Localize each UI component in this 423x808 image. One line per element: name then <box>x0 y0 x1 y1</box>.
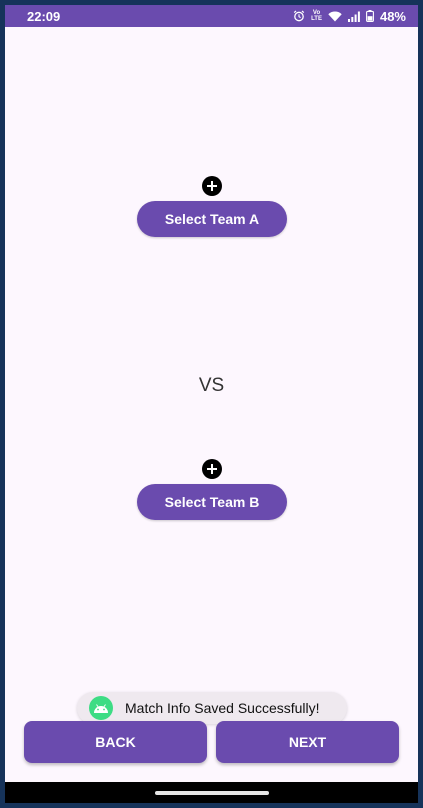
signal-icon <box>347 11 360 22</box>
volte-text-bottom: LTE <box>311 16 322 22</box>
home-gesture-handle[interactable] <box>154 790 269 795</box>
system-navigation-bar <box>5 782 418 803</box>
add-team-a-icon[interactable] <box>202 176 222 196</box>
battery-percent: 48% <box>379 8 406 24</box>
next-button[interactable]: NEXT <box>216 721 399 763</box>
android-icon <box>89 696 113 720</box>
device-frame: 22:09 Vo LTE 48% Select Team A VS Select… <box>0 0 423 808</box>
volte-icon: Vo LTE <box>311 10 322 22</box>
battery-icon <box>366 10 374 22</box>
select-team-a-button[interactable]: Select Team A <box>137 201 287 237</box>
back-button[interactable]: BACK <box>24 721 207 763</box>
toast-notification: Match Info Saved Successfully! <box>77 692 347 724</box>
status-bar: 22:09 Vo LTE 48% <box>5 5 418 27</box>
wifi-icon <box>328 10 342 22</box>
toast-message: Match Info Saved Successfully! <box>125 700 320 716</box>
alarm-icon <box>293 10 305 22</box>
add-team-b-icon[interactable] <box>202 459 222 479</box>
vs-label: VS <box>198 375 225 396</box>
status-time: 22:09 <box>27 8 61 24</box>
app-screen: 22:09 Vo LTE 48% Select Team A VS Select… <box>5 5 418 803</box>
select-team-b-button[interactable]: Select Team B <box>137 484 287 520</box>
